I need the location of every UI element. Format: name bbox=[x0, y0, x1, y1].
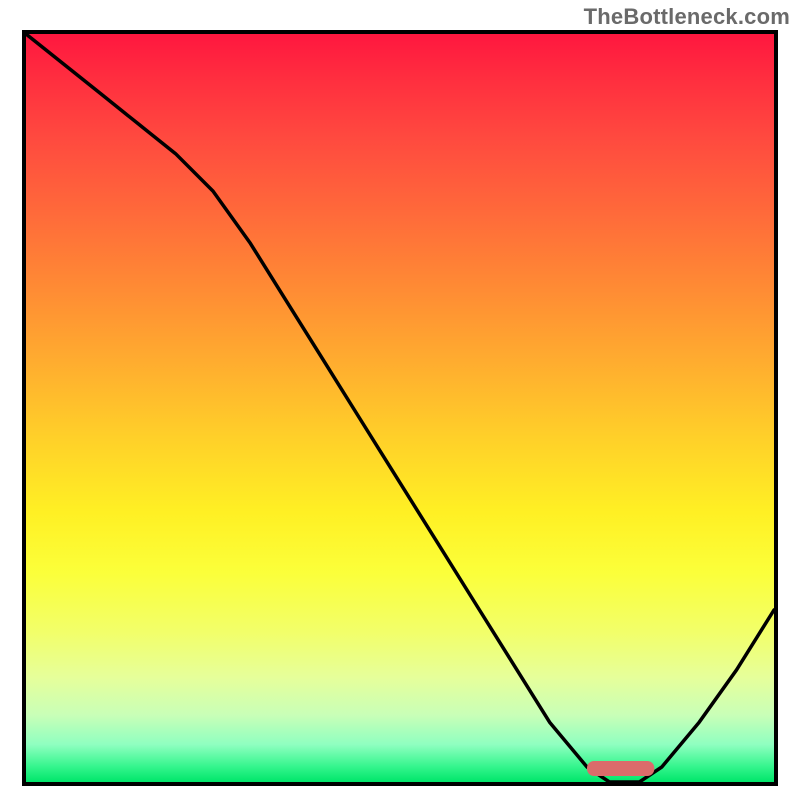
plot-frame bbox=[22, 30, 778, 786]
curve-path bbox=[26, 34, 774, 782]
bottleneck-curve bbox=[26, 34, 774, 782]
optimum-marker bbox=[587, 761, 654, 776]
watermark-text: TheBottleneck.com bbox=[584, 4, 790, 30]
chart-stage: TheBottleneck.com bbox=[0, 0, 800, 800]
